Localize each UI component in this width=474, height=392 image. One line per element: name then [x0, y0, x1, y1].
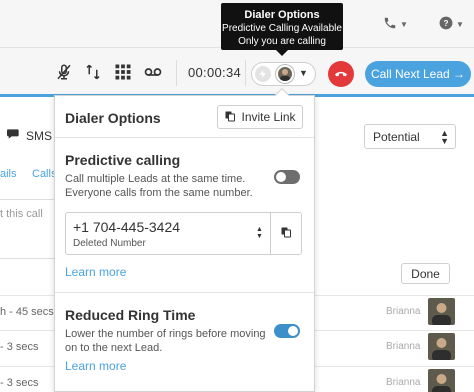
avatar	[428, 369, 455, 392]
transfer-button[interactable]	[82, 62, 104, 84]
status-select-value: Potential	[373, 130, 420, 144]
reduced-ring-heading: Reduced Ring Time	[65, 307, 196, 323]
copy-number-button[interactable]	[270, 213, 301, 254]
status-select[interactable]: Potential ▲ ▼	[364, 124, 456, 149]
toolbar-divider	[176, 60, 177, 86]
chevron-down-icon: ▼	[299, 68, 308, 78]
predictive-calling-desc-1: Call multiple Leads at the same time.	[65, 173, 246, 185]
select-arrows-icon: ▲ ▼	[440, 128, 449, 146]
invite-link-label: Invite Link	[241, 110, 296, 124]
call-timer: 00:00:34	[188, 65, 242, 80]
tooltip-title: Dialer Options	[244, 9, 320, 21]
chat-icon	[7, 128, 21, 143]
learn-more-link[interactable]: Learn more	[65, 359, 126, 373]
tab-calls[interactable]: Calls	[32, 168, 56, 180]
tooltip-line-2: Only you are calling	[238, 36, 326, 47]
panel-title: Dialer Options	[65, 110, 161, 126]
done-button[interactable]: Done	[401, 263, 450, 284]
copy-icon	[280, 226, 292, 241]
tooltip-arrow	[276, 50, 288, 56]
call-note-input[interactable]: t this call	[0, 199, 56, 259]
toolbar-divider	[245, 60, 246, 86]
phone-menu[interactable]: ▼	[383, 16, 408, 33]
panel-divider	[55, 292, 314, 293]
mute-mic-icon	[55, 63, 73, 84]
call-user: Brianna	[386, 341, 421, 352]
panel-divider	[55, 137, 314, 138]
select-arrows-icon: ▲ ▼	[256, 226, 263, 240]
learn-more-link[interactable]: Learn more	[65, 265, 126, 279]
tab-emails[interactable]: ails	[0, 168, 17, 180]
reduced-ring-desc-2: on to the next Lead.	[65, 342, 163, 354]
help-icon: ?	[439, 16, 453, 33]
tab-sms[interactable]: SMS	[7, 128, 52, 143]
call-duration: - 3 secs	[0, 377, 39, 389]
chevron-down-icon: ▼	[456, 20, 464, 29]
tooltip-line-1: Predictive Calling Available	[222, 23, 342, 34]
svg-text:?: ?	[444, 19, 449, 28]
voicemail-icon	[143, 63, 163, 84]
avatar	[276, 65, 294, 83]
predictive-calling-toggle[interactable]	[274, 170, 300, 184]
call-duration: h - 45 secs	[0, 306, 54, 318]
dialer-options-panel: Dialer Options Invite Link Predictive ca…	[54, 95, 315, 392]
copy-icon	[224, 110, 236, 125]
avatar	[428, 333, 455, 360]
help-menu[interactable]: ? ▼	[439, 16, 464, 33]
call-note-placeholder: t this call	[0, 208, 43, 220]
call-user: Brianna	[386, 377, 421, 388]
dialer-options-toggle[interactable]: ▼	[251, 62, 316, 86]
caller-number-dropdown[interactable]: +1 704-445-3424 Deleted Number ▲ ▼	[66, 213, 270, 254]
voicemail-button[interactable]	[142, 62, 164, 84]
invite-link-button[interactable]: Invite Link	[217, 105, 303, 129]
toggle-knob	[276, 172, 286, 182]
tab-sms-label: SMS	[26, 128, 53, 143]
dialer-tooltip: Dialer Options Predictive Calling Availa…	[221, 3, 343, 50]
hangup-button[interactable]	[328, 61, 354, 87]
hangup-icon	[333, 65, 349, 84]
predictive-calling-heading: Predictive calling	[65, 152, 181, 168]
reduced-ring-toggle[interactable]	[274, 324, 300, 338]
chevron-down-icon: ▼	[400, 20, 408, 29]
avatar	[428, 298, 455, 325]
caller-number-select[interactable]: +1 704-445-3424 Deleted Number ▲ ▼	[65, 212, 302, 255]
caller-number-value: +1 704-445-3424	[73, 219, 181, 235]
call-user: Brianna	[386, 306, 421, 317]
toggle-knob	[288, 326, 298, 336]
keypad-icon	[114, 63, 132, 84]
keypad-button[interactable]	[112, 62, 134, 84]
phone-icon	[383, 16, 397, 33]
call-duration: - 3 secs	[0, 341, 39, 353]
caller-number-status: Deleted Number	[73, 238, 146, 249]
reduced-ring-desc-1: Lower the number of rings before moving	[65, 328, 266, 340]
mute-button[interactable]	[53, 62, 75, 84]
call-next-lead-button[interactable]: Call Next Lead →	[365, 61, 471, 87]
predictive-calling-desc-2: Everyone calls from the same number.	[65, 187, 253, 199]
lightning-icon	[255, 66, 271, 82]
transfer-icon	[84, 63, 102, 84]
